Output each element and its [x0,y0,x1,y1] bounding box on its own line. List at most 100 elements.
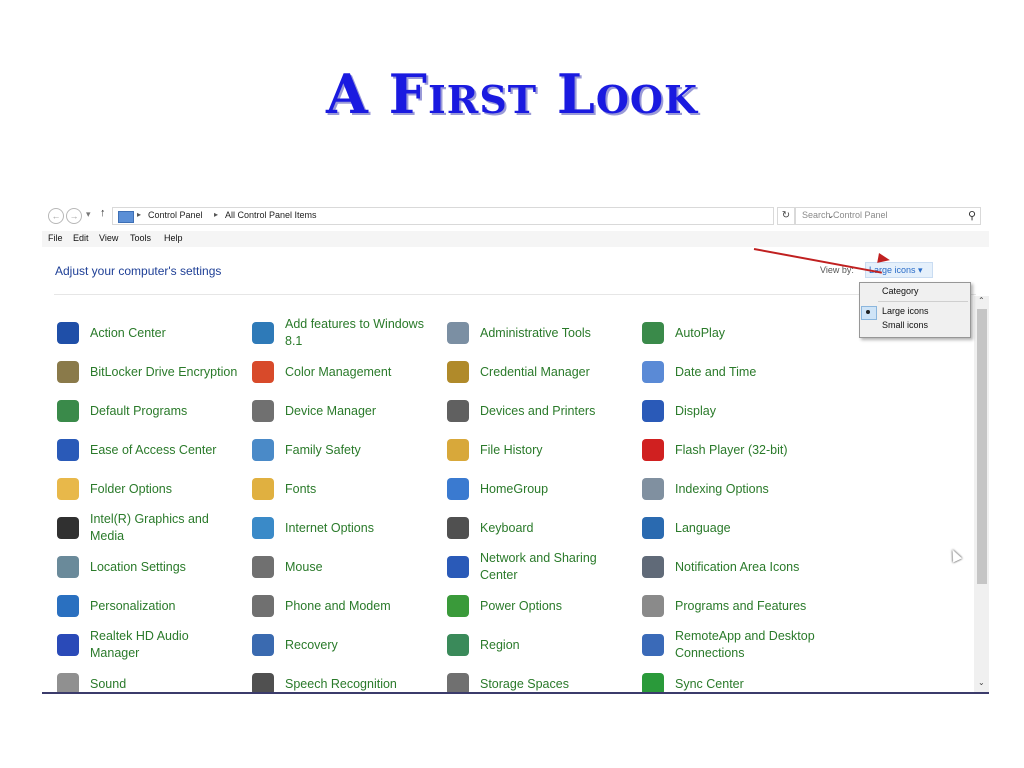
divider [54,294,976,295]
control-panel-item[interactable]: RemoteApp and Desktop Connections [639,627,829,663]
keyboard-icon [447,517,469,539]
control-panel-item[interactable]: Programs and Features [639,588,829,624]
menu-help[interactable]: Help [164,233,183,243]
view-by-menu: Category Large icons Small icons [859,282,971,338]
back-button[interactable]: ← [48,208,64,224]
breadcrumb-control-panel[interactable]: Control Panel [148,210,203,220]
up-button[interactable]: ↑ [100,207,106,219]
refresh-button[interactable]: ↻ [777,207,795,225]
control-panel-item[interactable]: Storage Spaces [444,666,634,692]
item-label: Credential Manager [480,365,590,379]
menu-view[interactable]: View [99,233,118,243]
intel-graphics-icon [57,517,79,539]
scroll-down-icon[interactable]: ⌄ [978,678,985,687]
control-panel-item[interactable]: Administrative Tools [444,315,634,351]
option-category[interactable]: Category [860,285,970,299]
device-manager-icon [252,400,274,422]
control-panel-item[interactable]: Network and Sharing Center [444,549,634,585]
control-panel-item[interactable]: Speech Recognition [249,666,439,692]
search-icon[interactable]: ⚲ [968,209,976,222]
control-panel-item[interactable]: Devices and Printers [444,393,634,429]
recent-pages-icon[interactable]: ▾ [86,209,91,220]
item-label: Mouse [285,560,323,574]
control-panel-item[interactable]: Action Center [54,315,244,351]
control-panel-item[interactable]: Flash Player (32-bit) [639,432,829,468]
remoteapp-icon [642,634,664,656]
scrollbar-thumb[interactable] [977,309,987,584]
menu-separator [878,301,968,302]
address-bar[interactable]: ▸ Control Panel ▸ All Control Panel Item… [112,207,835,225]
forward-button[interactable]: → [66,208,82,224]
menu-bar: File Edit View Tools Help [42,231,989,247]
control-panel-item[interactable]: Keyboard [444,510,634,546]
item-label: Internet Options [285,521,374,535]
storage-icon [447,673,469,692]
slide-title: A First Look [325,62,699,126]
control-panel-item[interactable]: Intel(R) Graphics and Media [54,510,244,546]
sync-icon [642,673,664,692]
item-label: Language [675,521,731,535]
search-input[interactable]: Search Control Panel ⚲ [795,207,981,225]
control-panel-item[interactable]: Language [639,510,829,546]
control-panel-item[interactable]: Personalization [54,588,244,624]
homegroup-icon [447,478,469,500]
family-safety-icon [252,439,274,461]
control-panel-item[interactable]: Sync Center [639,666,829,692]
display-icon [642,400,664,422]
control-panel-item[interactable]: Device Manager [249,393,439,429]
control-panel-item[interactable]: Default Programs [54,393,244,429]
control-panel-item[interactable]: Fonts [249,471,439,507]
control-panel-item[interactable]: HomeGroup [444,471,634,507]
item-label: Personalization [90,599,176,613]
breadcrumb-all-items[interactable]: All Control Panel Items [225,210,317,220]
item-label: Devices and Printers [480,404,596,418]
control-panel-item[interactable]: Color Management [249,354,439,390]
chevron-right-icon[interactable]: ▸ [214,210,218,219]
item-label: Programs and Features [675,599,807,613]
mouse-icon [252,556,274,578]
option-large-icons[interactable]: Large icons [860,305,970,320]
item-label: Sync Center [675,677,744,691]
fonts-icon [252,478,274,500]
menu-edit[interactable]: Edit [73,233,89,243]
folder-icon [57,478,79,500]
indexing-icon [642,478,664,500]
control-panel-item[interactable]: Indexing Options [639,471,829,507]
scroll-up-icon[interactable]: ⌃ [978,296,985,305]
control-panel-item[interactable]: Folder Options [54,471,244,507]
control-panel-item[interactable]: Phone and Modem [249,588,439,624]
item-label: Folder Options [90,482,172,496]
menu-tools[interactable]: Tools [130,233,151,243]
personalization-icon [57,595,79,617]
ease-of-access-icon [57,439,79,461]
location-icon [57,556,79,578]
default-programs-icon [57,400,79,422]
control-panel-item[interactable]: Sound [54,666,244,692]
control-panel-item[interactable]: Recovery [249,627,439,663]
control-panel-item[interactable]: File History [444,432,634,468]
control-panel-item[interactable]: Add features to Windows 8.1 [249,315,439,351]
option-small-icons[interactable]: Small icons [860,319,970,333]
control-panel-item[interactable]: Power Options [444,588,634,624]
item-label: Power Options [480,599,562,613]
item-label: BitLocker Drive Encryption [90,365,238,379]
control-panel-item[interactable]: BitLocker Drive Encryption [54,354,244,390]
control-panel-item[interactable]: Family Safety [249,432,439,468]
control-panel-item[interactable]: Date and Time [639,354,829,390]
control-panel-item[interactable]: AutoPlay [639,315,829,351]
clock-icon [642,361,664,383]
control-panel-item[interactable]: Location Settings [54,549,244,585]
file-history-icon [447,439,469,461]
menu-file[interactable]: File [48,233,63,243]
item-label: RemoteApp and Desktop Connections [675,629,815,660]
control-panel-item[interactable]: Mouse [249,549,439,585]
control-panel-item[interactable]: Ease of Access Center [54,432,244,468]
flash-icon [642,439,664,461]
control-panel-item[interactable]: Internet Options [249,510,439,546]
control-panel-item[interactable]: Region [444,627,634,663]
control-panel-item[interactable]: Display [639,393,829,429]
control-panel-item[interactable]: Notification Area Icons [639,549,829,585]
control-panel-item[interactable]: Realtek HD Audio Manager [54,627,244,663]
chevron-right-icon[interactable]: ▸ [137,210,141,219]
control-panel-item[interactable]: Credential Manager [444,354,634,390]
